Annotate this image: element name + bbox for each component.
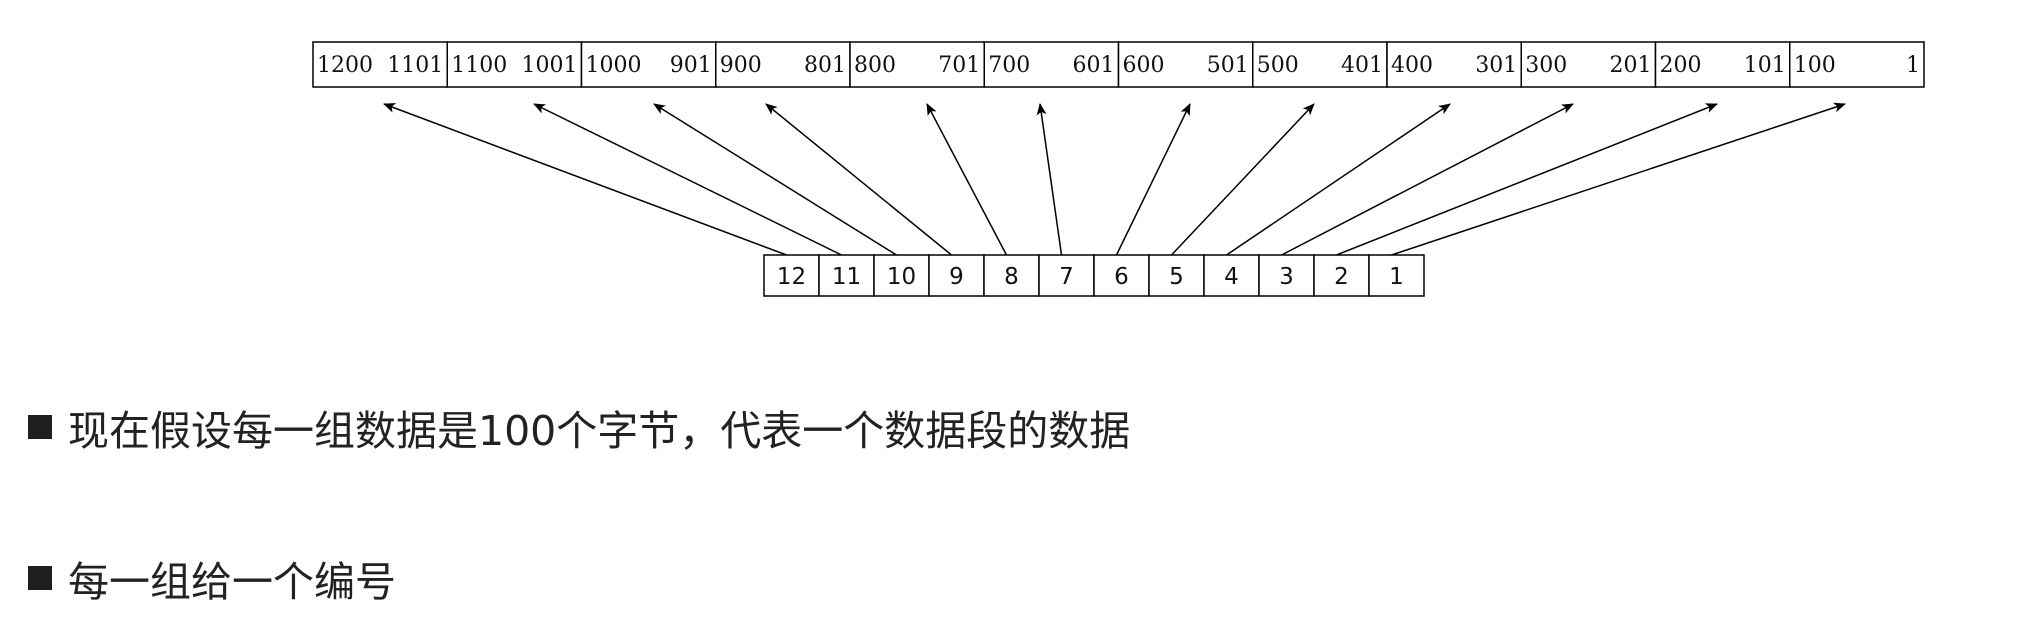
range-low-label: 701 [938, 53, 980, 78]
segment-number-row: 12 11 10 9 8 7 6 5 4 3 2 1 [763, 254, 1425, 297]
byte-range-cell: 600 501 [1117, 41, 1254, 88]
range-low-label: 1101 [387, 53, 443, 78]
mapping-arrow [383, 103, 787, 256]
segment-number-label: 8 [1004, 264, 1019, 290]
byte-range-cell: 1200 1101 [312, 41, 448, 88]
byte-range-cell: 200 101 [1654, 41, 1791, 88]
range-high-label: 800 [854, 53, 896, 78]
byte-range-cell: 400 301 [1386, 41, 1522, 88]
segment-number-label: 10 [887, 264, 916, 290]
range-high-label: 600 [1123, 53, 1165, 78]
byte-range-row: 1200 1101 1100 1001 1000 901 900 801 800 701 700 60… [312, 41, 1925, 88]
byte-range-cell: 100 1 [1789, 41, 1925, 88]
segment-number-label: 3 [1279, 264, 1294, 290]
range-low-label: 201 [1610, 53, 1652, 78]
segment-mapping-diagram: 1200 1101 1100 1001 1000 901 900 801 800 701 700 60… [312, 41, 1925, 297]
range-low-label: 601 [1073, 53, 1115, 78]
range-low-label: 301 [1475, 53, 1517, 78]
range-low-label: 1001 [522, 53, 578, 78]
range-high-label: 700 [988, 53, 1030, 78]
segment-number-cell: 5 [1148, 254, 1205, 297]
segment-number-label: 7 [1059, 264, 1074, 290]
mapping-arrow [1391, 102, 1846, 256]
segment-number-label: 11 [832, 264, 861, 290]
square-bullet-icon [28, 566, 52, 590]
mapping-arrow [1281, 103, 1574, 256]
byte-range-cell: 500 401 [1252, 41, 1388, 88]
byte-range-cell: 1000 901 [580, 41, 717, 88]
segment-number-cell: 6 [1093, 254, 1150, 297]
byte-range-cell: 300 201 [1520, 41, 1657, 88]
range-high-label: 1000 [586, 53, 642, 78]
segment-number-label: 12 [777, 264, 806, 290]
range-low-label: 901 [670, 53, 712, 78]
segment-number-cell: 4 [1203, 254, 1260, 297]
segment-number-cell: 10 [873, 254, 930, 297]
range-high-label: 300 [1525, 53, 1567, 78]
bullet-text: 每一组给一个编号 [68, 558, 396, 606]
segment-number-cell: 9 [928, 254, 985, 297]
range-high-label: 200 [1660, 53, 1702, 78]
bullet-point-numbering: 每一组给一个编号 [28, 548, 396, 608]
range-low-label: 101 [1744, 53, 1786, 78]
range-high-label: 1100 [451, 53, 507, 78]
bullet-text: 现在假设每一组数据是100个字节，代表一个数据段的数据 [68, 407, 1131, 455]
range-high-label: 900 [720, 53, 762, 78]
mapping-arrows [383, 102, 1846, 256]
mapping-arrow [1170, 103, 1315, 256]
mapping-arrow [1226, 103, 1451, 256]
segment-number-cell: 11 [818, 254, 875, 297]
byte-range-cell: 900 801 [715, 41, 851, 88]
mapping-arrow [533, 103, 842, 256]
square-bullet-icon [28, 415, 52, 439]
segment-number-label: 5 [1169, 264, 1184, 290]
range-low-label: 801 [804, 53, 846, 78]
range-high-label: 500 [1257, 53, 1299, 78]
segment-number-cell: 2 [1313, 254, 1370, 297]
range-low-label: 401 [1341, 53, 1383, 78]
segment-number-label: 4 [1224, 264, 1239, 290]
segment-number-cell: 1 [1368, 254, 1425, 297]
segment-number-cell: 12 [763, 254, 820, 297]
byte-range-cell: 800 701 [849, 41, 985, 88]
byte-range-cell: 700 601 [983, 41, 1120, 88]
range-high-label: 400 [1391, 53, 1433, 78]
segment-number-cell: 8 [983, 254, 1040, 297]
byte-range-cell: 1100 1001 [446, 41, 583, 88]
range-high-label: 1200 [317, 53, 373, 78]
segment-number-label: 6 [1114, 264, 1129, 290]
range-high-label: 100 [1794, 53, 1836, 78]
range-low-label: 501 [1207, 53, 1249, 78]
mapping-arrow [1336, 103, 1718, 256]
segment-number-label: 9 [949, 264, 964, 290]
mapping-arrow [653, 103, 897, 256]
mapping-arrow [1036, 103, 1063, 256]
mapping-arrow [1115, 103, 1191, 256]
range-low-label: 1 [1906, 53, 1920, 78]
segment-number-label: 2 [1334, 264, 1349, 290]
segment-number-cell: 3 [1258, 254, 1315, 297]
mapping-arrow [926, 103, 1008, 256]
segment-number-label: 1 [1389, 264, 1404, 290]
bullet-point-group-size: 现在假设每一组数据是100个字节，代表一个数据段的数据 [28, 397, 1130, 457]
segment-number-cell: 7 [1038, 254, 1095, 297]
